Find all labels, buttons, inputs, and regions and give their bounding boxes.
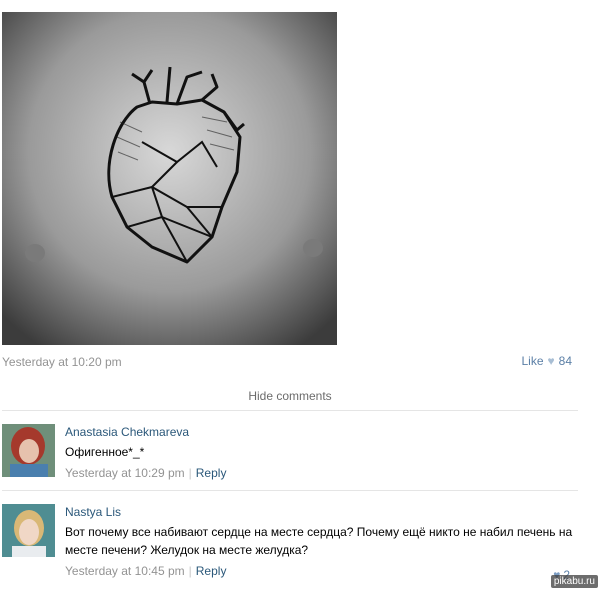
heart-icon[interactable]: ♥ — [548, 354, 555, 368]
reply-link[interactable]: Reply — [196, 564, 227, 578]
reply-link[interactable]: Reply — [196, 466, 227, 480]
comment-text: Вот почему все набивают сердце на месте … — [65, 525, 573, 557]
post-like-button[interactable]: Like ♥ 84 — [522, 354, 573, 368]
comment-author[interactable]: Anastasia Chekmareva — [65, 424, 578, 440]
divider — [2, 410, 578, 411]
hide-comments-link[interactable]: Hide comments — [0, 389, 580, 403]
post-date[interactable]: Yesterday at 10:20 pm — [2, 355, 122, 369]
like-label[interactable]: Like — [522, 354, 544, 368]
comment-text: Офигенное*_* — [65, 445, 145, 459]
avatar[interactable] — [2, 504, 55, 557]
comment-author[interactable]: Nastya Lis — [65, 504, 578, 520]
separator: | — [188, 564, 192, 578]
watermark: pikabu.ru — [550, 575, 598, 588]
avatar[interactable] — [2, 424, 55, 477]
divider — [2, 490, 578, 491]
comment-date[interactable]: Yesterday at 10:29 pm — [65, 466, 185, 480]
separator: | — [188, 466, 192, 480]
like-count: 84 — [558, 354, 572, 368]
comment: Nastya Lis Вот почему все набивают сердц… — [2, 504, 578, 582]
comment-date[interactable]: Yesterday at 10:45 pm — [65, 564, 185, 578]
comment: Anastasia Chekmareva Офигенное*_* Yester… — [2, 424, 578, 480]
post-photo[interactable] — [2, 12, 337, 345]
